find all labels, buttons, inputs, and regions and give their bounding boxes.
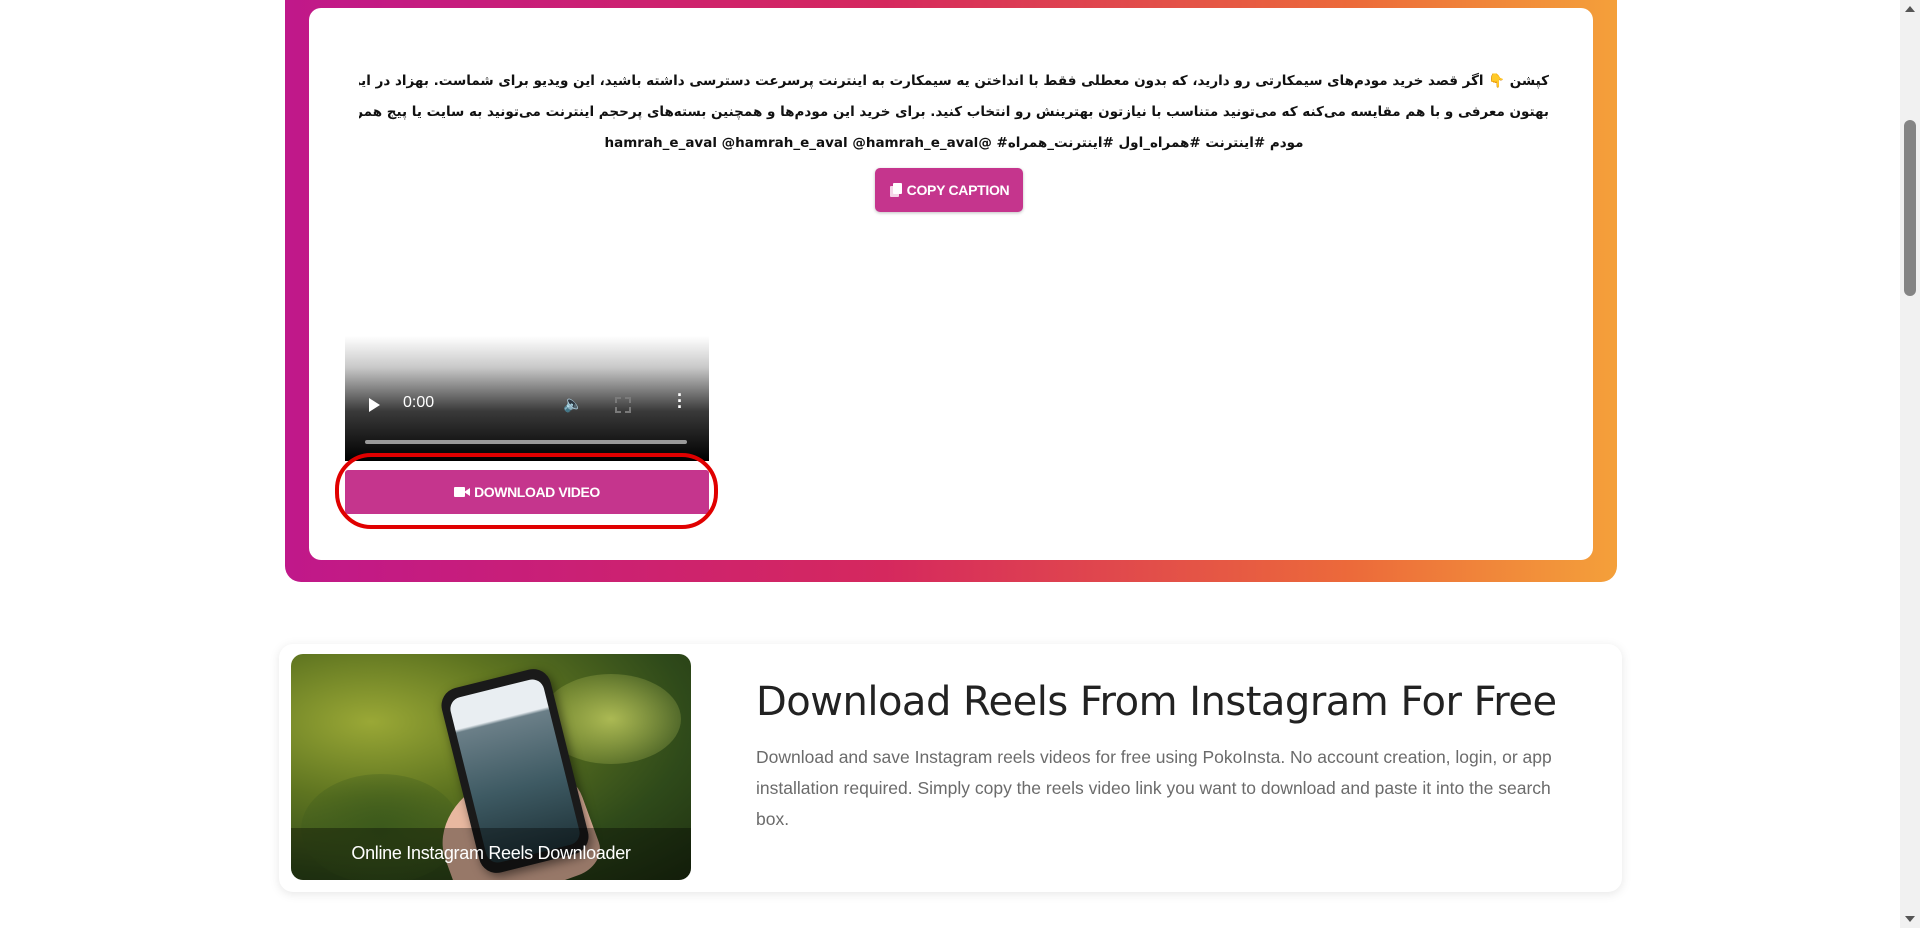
copy-caption-button[interactable]: COPY CAPTION <box>875 168 1023 212</box>
volume-icon[interactable]: 🔈 <box>563 394 583 414</box>
result-card-frame: کپشن 👇 اگر قصد خرید مودم‌های سیمکارتی رو… <box>285 0 1617 582</box>
feature-image-caption: Online Instagram Reels Downloader <box>351 843 631 863</box>
caption-line: مودم #اینترنت #همراه_اول #اینترنت_همراه#… <box>604 135 1304 151</box>
fullscreen-icon[interactable] <box>615 397 631 413</box>
video-progress-bar[interactable] <box>365 440 687 444</box>
video-time: 0:00 <box>403 394 435 411</box>
scroll-thumb[interactable] <box>1904 120 1916 296</box>
copy-caption-label: COPY CAPTION <box>906 182 1010 198</box>
scroll-up-icon[interactable] <box>1905 6 1915 12</box>
download-video-label: DOWNLOAD VIDEO <box>474 484 600 500</box>
video-player[interactable]: 0:00 🔈 · · · <box>345 336 709 461</box>
copy-icon <box>889 183 903 197</box>
caption-line: بهتون معرفی و با هم مقایسه می‌کنه که می‌… <box>359 104 1549 120</box>
feature-card: Online Instagram Reels Downloader Downlo… <box>279 644 1622 892</box>
feature-image: Online Instagram Reels Downloader <box>291 654 691 880</box>
feature-description: Download and save Instagram reels videos… <box>756 747 1552 829</box>
scrollbar[interactable] <box>1900 0 1920 928</box>
scroll-down-icon[interactable] <box>1905 916 1915 922</box>
caption-text: کپشن 👇 اگر قصد خرید مودم‌های سیمکارتی رو… <box>359 66 1549 159</box>
caption-line: کپشن 👇 اگر قصد خرید مودم‌های سیمکارتی رو… <box>359 73 1549 89</box>
result-card: کپشن 👇 اگر قصد خرید مودم‌های سیمکارتی رو… <box>309 8 1593 560</box>
download-video-button[interactable]: DOWNLOAD VIDEO <box>345 470 709 514</box>
video-camera-icon <box>454 487 471 497</box>
play-icon[interactable] <box>369 398 380 412</box>
more-vertical-icon[interactable]: · · · <box>677 386 683 416</box>
feature-title: Download Reels From Instagram For Free <box>756 679 1557 725</box>
